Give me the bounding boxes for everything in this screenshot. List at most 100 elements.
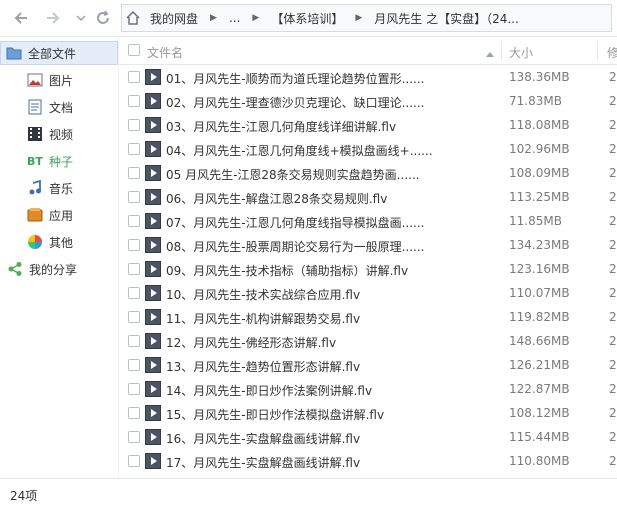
- file-name[interactable]: 03、月风先生-江恩几何角度线详细讲解.flv: [166, 118, 496, 135]
- table-row[interactable]: 15、月风先生-即日炒作法模拟盘讲解.flv 108.12MB 2: [119, 401, 617, 425]
- column-header-size[interactable]: 大小: [509, 44, 533, 61]
- sidebar-item-all-files[interactable]: 全部文件: [0, 41, 118, 65]
- row-checkbox[interactable]: [128, 335, 140, 347]
- table-row[interactable]: 14、月风先生-即日炒作法案例讲解.flv 122.87MB 2: [119, 377, 617, 401]
- address-bar[interactable]: 我的网盘 ▶ ... ▶ 【体系培训】 ▶ 月风先生 之【实盘】（24...: [121, 4, 612, 32]
- table-row[interactable]: 12、月风先生-佛经形态讲解.flv 148.66MB 2: [119, 329, 617, 353]
- table-row[interactable]: 13、月风先生-趋势位置形态讲解.flv 126.21MB 2: [119, 353, 617, 377]
- breadcrumb-item[interactable]: 我的网盘: [144, 10, 204, 27]
- file-name[interactable]: 15、月风先生-即日炒作法模拟盘讲解.flv: [166, 406, 496, 423]
- table-row[interactable]: 02、月风先生-理查德沙贝克理论、缺口理论...... 71.83MB 2: [119, 89, 617, 113]
- video-file-icon: [145, 261, 161, 277]
- row-checkbox[interactable]: [128, 359, 140, 371]
- file-name[interactable]: 16、月风先生-实盘解盘画线讲解.flv: [166, 430, 496, 447]
- video-file-icon: [145, 333, 161, 349]
- column-divider[interactable]: [597, 41, 598, 61]
- column-divider[interactable]: [501, 41, 502, 61]
- file-name[interactable]: 05 月风先生-江恩28条交易规则实盘趋势画......: [166, 166, 496, 183]
- table-row[interactable]: 11、月风先生-机构讲解跟势交易.flv 119.82MB 2: [119, 305, 617, 329]
- sidebar-item-documents[interactable]: 文档: [0, 95, 118, 119]
- file-name[interactable]: 13、月风先生-趋势位置形态讲解.flv: [166, 358, 496, 375]
- table-row[interactable]: 08、月风先生-股票周期论交易行为一般原理...... 134.23MB 2: [119, 233, 617, 257]
- file-modified: 2: [609, 94, 617, 108]
- column-header-name[interactable]: 文件名: [147, 44, 183, 61]
- row-checkbox[interactable]: [128, 287, 140, 299]
- file-name[interactable]: 04、月风先生-江恩几何角度线+模拟盘画线+......: [166, 142, 496, 159]
- file-name[interactable]: 02、月风先生-理查德沙贝克理论、缺口理论......: [166, 94, 496, 111]
- select-all-checkbox[interactable]: [128, 44, 140, 56]
- file-name[interactable]: 09、月风先生-技术指标（辅助指标）讲解.flv: [166, 262, 496, 279]
- file-size: 138.36MB: [509, 70, 570, 84]
- breadcrumb-item[interactable]: 月风先生 之【实盘】（24...: [368, 10, 525, 27]
- table-row[interactable]: 16、月风先生-实盘解盘画线讲解.flv 115.44MB 2: [119, 425, 617, 449]
- table-row[interactable]: 05 月风先生-江恩28条交易规则实盘趋势画...... 108.09MB 2: [119, 161, 617, 185]
- column-header-modified[interactable]: 修: [607, 44, 617, 61]
- home-icon[interactable]: [122, 11, 144, 25]
- video-file-icon: [145, 165, 161, 181]
- file-name[interactable]: 08、月风先生-股票周期论交易行为一般原理......: [166, 238, 496, 255]
- file-name[interactable]: 14、月风先生-即日炒作法案例讲解.flv: [166, 382, 496, 399]
- table-row[interactable]: 06、月风先生-解盘江恩28条交易规则.flv 113.25MB 2: [119, 185, 617, 209]
- file-name[interactable]: 17、月风先生-实盘解盘画线讲解.flv: [166, 454, 496, 471]
- sidebar-item-torrents[interactable]: BT 种子: [0, 149, 118, 173]
- arrow-right-icon: [47, 12, 60, 24]
- breadcrumb-item[interactable]: 【体系培训】: [265, 10, 349, 27]
- breadcrumb-separator-icon[interactable]: ▶: [204, 13, 223, 23]
- back-button[interactable]: [10, 7, 32, 29]
- file-size: 102.96MB: [509, 142, 570, 156]
- row-checkbox[interactable]: [128, 191, 140, 203]
- sidebar-item-label: 音乐: [49, 181, 74, 196]
- sidebar-item-other[interactable]: 其他: [0, 230, 118, 254]
- table-row[interactable]: 09、月风先生-技术指标（辅助指标）讲解.flv 123.16MB 2: [119, 257, 617, 281]
- file-modified: 2: [609, 382, 617, 396]
- row-checkbox[interactable]: [128, 383, 140, 395]
- row-checkbox[interactable]: [128, 263, 140, 275]
- file-name[interactable]: 11、月风先生-机构讲解跟势交易.flv: [166, 310, 496, 327]
- video-file-icon: [145, 213, 161, 229]
- table-row[interactable]: 03、月风先生-江恩几何角度线详细讲解.flv 118.08MB 2: [119, 113, 617, 137]
- row-checkbox[interactable]: [128, 431, 140, 443]
- breadcrumb-separator-icon[interactable]: ▶: [349, 13, 368, 23]
- file-name[interactable]: 12、月风先生-佛经形态讲解.flv: [166, 334, 496, 351]
- file-modified: 2: [609, 430, 617, 444]
- table-row[interactable]: 01、月风先生-顺势而为道氏理论趋势位置形...... 138.36MB 2: [119, 65, 617, 89]
- sidebar: 全部文件 图片 文档 视频 BT 种子 音乐 应用 其他 我的分享: [0, 37, 118, 478]
- file-modified: 2: [609, 142, 617, 156]
- row-checkbox[interactable]: [128, 119, 140, 131]
- row-checkbox[interactable]: [128, 215, 140, 227]
- refresh-button[interactable]: [92, 7, 114, 29]
- table-row[interactable]: 10、月风先生-技术实战综合应用.flv 110.07MB 2: [119, 281, 617, 305]
- video-file-icon: [145, 405, 161, 421]
- row-checkbox[interactable]: [128, 455, 140, 467]
- row-checkbox[interactable]: [128, 167, 140, 179]
- share-icon: [6, 261, 24, 277]
- breadcrumb-item[interactable]: ...: [223, 11, 246, 25]
- table-row[interactable]: 07、月风先生-江恩几何角度线指导模拟盘画...... 11.85MB 2: [119, 209, 617, 233]
- sidebar-item-apps[interactable]: 应用: [0, 203, 118, 227]
- file-name[interactable]: 10、月风先生-技术实战综合应用.flv: [166, 286, 496, 303]
- sidebar-item-videos[interactable]: 视频: [0, 122, 118, 146]
- sidebar-item-my-shares[interactable]: 我的分享: [0, 257, 118, 281]
- forward-button[interactable]: [42, 7, 64, 29]
- document-icon: [26, 99, 44, 115]
- file-size: 118.08MB: [509, 118, 570, 132]
- row-checkbox[interactable]: [128, 239, 140, 251]
- row-checkbox[interactable]: [128, 143, 140, 155]
- table-row[interactable]: 17、月风先生-实盘解盘画线讲解.flv 110.80MB 2: [119, 449, 617, 473]
- toolbar: 我的网盘 ▶ ... ▶ 【体系培训】 ▶ 月风先生 之【实盘】（24...: [0, 0, 617, 37]
- file-name[interactable]: 07、月风先生-江恩几何角度线指导模拟盘画......: [166, 214, 496, 231]
- sidebar-item-images[interactable]: 图片: [0, 68, 118, 92]
- row-checkbox[interactable]: [128, 311, 140, 323]
- sort-asc-icon[interactable]: [486, 46, 494, 60]
- sidebar-item-music[interactable]: 音乐: [0, 176, 118, 200]
- history-dropdown-button[interactable]: [70, 7, 92, 29]
- breadcrumb-separator-icon[interactable]: ▶: [246, 13, 265, 23]
- file-name[interactable]: 06、月风先生-解盘江恩28条交易规则.flv: [166, 190, 496, 207]
- row-checkbox[interactable]: [128, 95, 140, 107]
- row-checkbox[interactable]: [128, 71, 140, 83]
- file-size: 115.44MB: [509, 430, 570, 444]
- file-name[interactable]: 01、月风先生-顺势而为道氏理论趋势位置形......: [166, 70, 496, 87]
- bt-icon: BT: [27, 154, 43, 168]
- table-row[interactable]: 04、月风先生-江恩几何角度线+模拟盘画线+...... 102.96MB 2: [119, 137, 617, 161]
- row-checkbox[interactable]: [128, 407, 140, 419]
